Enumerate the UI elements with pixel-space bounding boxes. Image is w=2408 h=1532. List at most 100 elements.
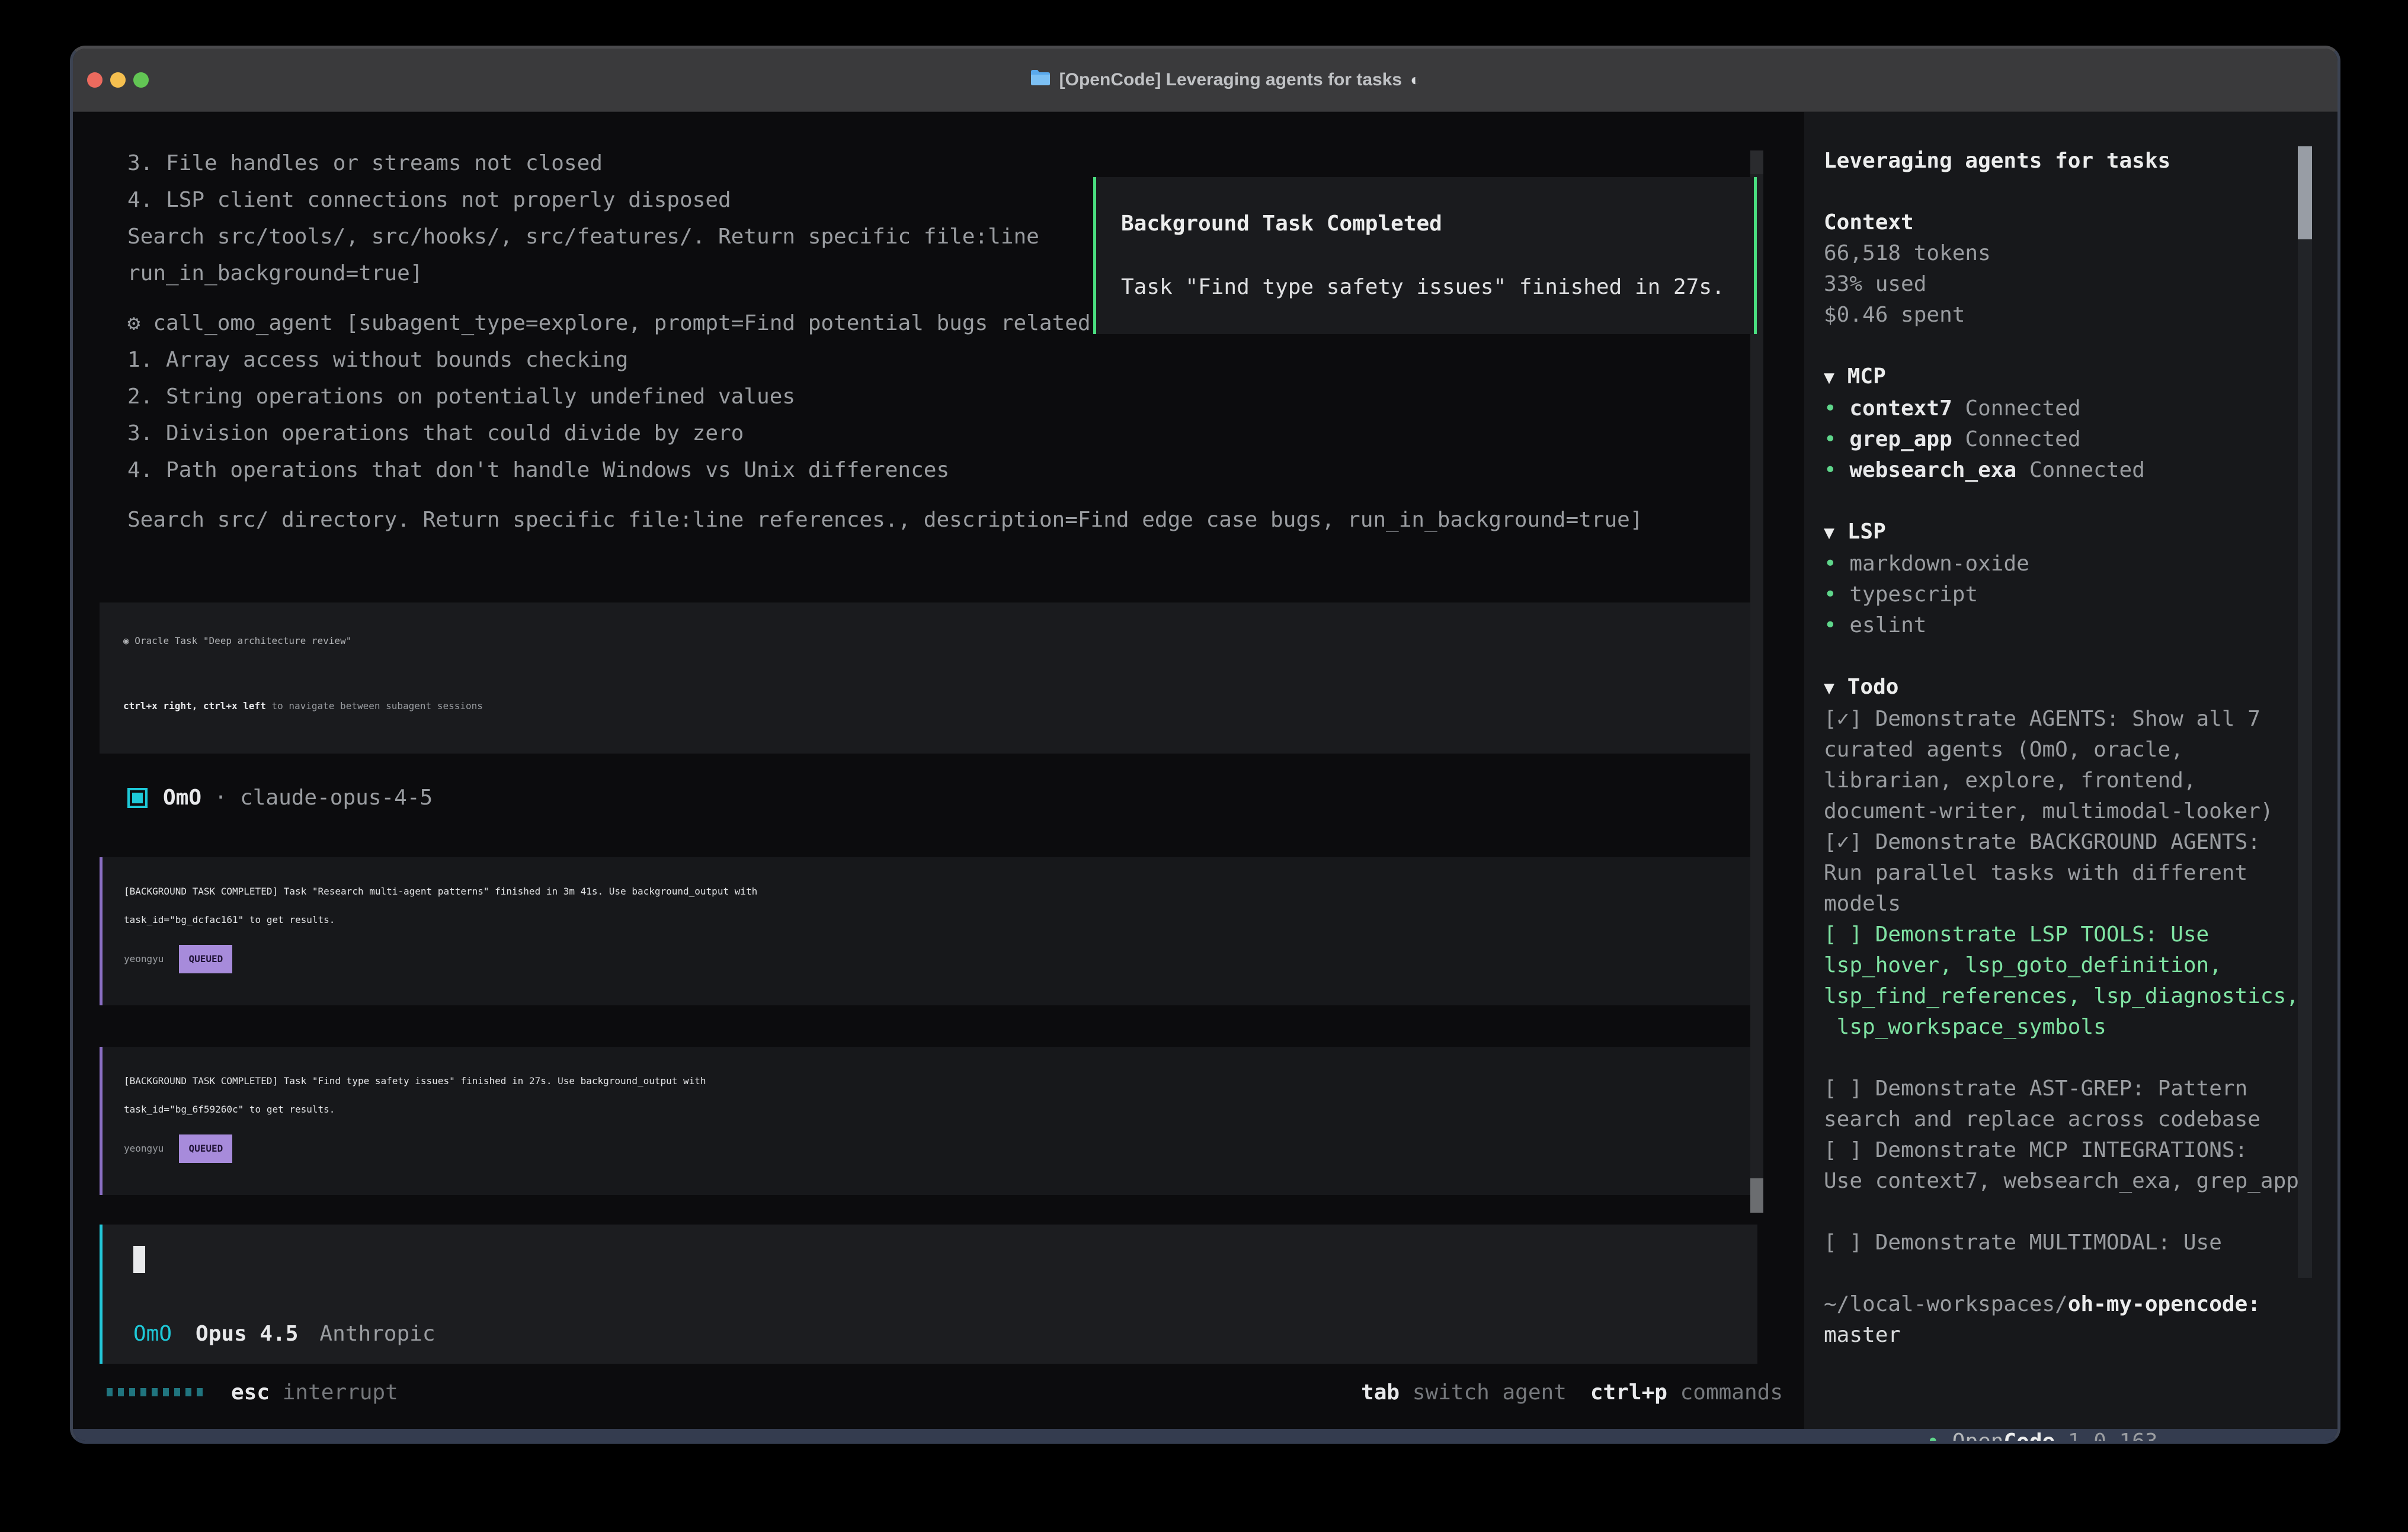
workspace-path-prefix: ~/local-workspaces/ (1824, 1292, 2068, 1316)
lsp-section-header[interactable]: ▼ LSP (1824, 517, 2337, 549)
traffic-lights (87, 72, 149, 88)
gear-icon: ⚙ (127, 311, 140, 335)
moon-icon: ◐ (1410, 70, 1420, 89)
agent-name: OmO (163, 780, 201, 816)
minimize-button[interactable] (110, 72, 126, 88)
hint-rest: to navigate between subagent sessions (266, 700, 483, 711)
todo-item: [ ] Demonstrate AST-GREP: Pattern search… (1824, 1073, 2337, 1135)
context-tokens: 66,518 tokens (1824, 238, 2337, 269)
todo-item: [✓] Demonstrate AGENTS: Show all 7 curat… (1824, 704, 2337, 827)
chat-pane: 3. File handles or streams not closed 4.… (73, 112, 1804, 1429)
input-model-name: Opus 4.5 (196, 1322, 298, 1346)
input-agent-name: OmO (133, 1322, 172, 1346)
titlebar: [OpenCode] Leveraging agents for tasks ◐ (73, 49, 2337, 112)
status-badge: QUEUED (179, 1134, 232, 1163)
workspace-info: ~/local-workspaces/oh-my-opencode: maste… (1824, 1289, 2337, 1351)
message-line: task_id="bg_6f59260c" to get results. (124, 1095, 1734, 1124)
agent-header: OmO · claude-opus-4-5 (127, 780, 1804, 816)
background-task-toast: Background Task Completed Task "Find typ… (1093, 177, 1757, 334)
background-task-message: [BACKGROUND TASK COMPLETED] Task "Find t… (100, 1047, 1757, 1195)
ctrlp-key-label: commands (1667, 1380, 1783, 1405)
omo-agent-icon (127, 788, 148, 808)
bullet-icon: • (1824, 427, 1837, 451)
collapse-arrow-icon: ▼ (1824, 367, 1834, 388)
oracle-task-card: ◉ Oracle Task "Deep architecture review"… (100, 602, 1757, 754)
input-provider-name: Anthropic (319, 1322, 435, 1346)
todo-section-header[interactable]: ▼ Todo (1824, 672, 2337, 704)
folder-icon (990, 49, 1051, 111)
bullet-icon: • (1824, 613, 1837, 637)
mcp-section: ▼ MCP • context7 Connected • grep_app Co… (1824, 361, 2337, 486)
todo-item: [ ] Demonstrate MULTIMODAL: Use (1824, 1227, 2337, 1258)
sidebar-scrollbar[interactable] (2298, 146, 2312, 1278)
oracle-task-title: ◉ Oracle Task "Deep architecture review" (123, 623, 1734, 659)
mcp-section-header[interactable]: ▼ MCP (1824, 361, 2337, 393)
close-button[interactable] (87, 72, 103, 88)
esc-key-hint: esc (231, 1380, 270, 1405)
oracle-icon: ◉ (123, 635, 129, 646)
bullet-icon: • (1824, 582, 1837, 607)
lsp-item: • typescript (1824, 579, 2337, 610)
chat-scrollbar-thumb[interactable] (1750, 1178, 1763, 1213)
todo-item: [✓] Demonstrate BACKGROUND AGENTS: Run p… (1824, 827, 2337, 919)
tool-call-item: 3. Division operations that could divide… (127, 415, 1804, 452)
window-title-text: [OpenCode] Leveraging agents for tasks (1059, 70, 1402, 90)
todo-section: ▼ Todo [✓] Demonstrate AGENTS: Show all … (1824, 672, 2337, 1258)
message-line: task_id="bg_dcfac161" to get results. (124, 906, 1734, 934)
text-cursor (133, 1246, 145, 1273)
mcp-item: • context7 Connected (1824, 393, 2337, 424)
context-spent: $0.46 spent (1824, 300, 2337, 331)
message-line: [BACKGROUND TASK COMPLETED] Task "Find t… (124, 1067, 1734, 1095)
message-author: yeongyu (124, 1133, 164, 1164)
context-heading: Context (1824, 207, 2337, 238)
app-version: • OpenCode 1.0.163 (1824, 1396, 2337, 1444)
message-line: [BACKGROUND TASK COMPLETED] Task "Resear… (124, 877, 1734, 906)
session-sidebar: Leveraging agents for tasks Context 66,5… (1804, 112, 2337, 1429)
lsp-item: • eslint (1824, 610, 2337, 641)
spinner-dots-icon (107, 1388, 203, 1396)
todo-item: [ ] Demonstrate MCP INTEGRATIONS: Use co… (1824, 1135, 2337, 1197)
bullet-icon: • (1824, 458, 1837, 482)
toast-title: Background Task Completed (1121, 209, 1731, 239)
message-author: yeongyu (124, 944, 164, 975)
status-bar: esc interrupt tab switch agent ctrl+p co… (73, 1364, 1804, 1429)
terminal-window: [OpenCode] Leveraging agents for tasks ◐… (70, 46, 2340, 1444)
agent-model: claude-opus-4-5 (240, 780, 433, 816)
subagent-nav-hint: ctrl+x right, ctrl+x left to navigate be… (123, 688, 1734, 725)
status-badge: QUEUED (179, 945, 232, 973)
prompt-input[interactable]: OmO Opus 4.5 Anthropic (100, 1225, 1757, 1364)
bullet-icon: • (1824, 552, 1837, 576)
collapse-arrow-icon: ▼ (1824, 523, 1834, 543)
context-used: 33% used (1824, 269, 2337, 300)
lsp-item: • markdown-oxide (1824, 549, 2337, 579)
chat-scrollbar-cap (1750, 150, 1763, 174)
tool-call-item: 2. String operations on potentially unde… (127, 379, 1804, 415)
toast-body: Task "Find type safety issues" finished … (1121, 273, 1731, 302)
workspace-branch: master (1824, 1320, 2337, 1351)
tool-call-item: 1. Array access without bounds checking (127, 342, 1804, 379)
input-meta: OmO Opus 4.5 Anthropic (133, 1322, 1734, 1346)
hint-keys: ctrl+x right, ctrl+x left (123, 700, 266, 711)
session-title: Leveraging agents for tasks (1824, 146, 2337, 177)
bullet-icon: • (1824, 396, 1837, 421)
lsp-section: ▼ LSP • markdown-oxide • typescript • es… (1824, 517, 2337, 641)
window-title: [OpenCode] Leveraging agents for tasks ◐ (990, 49, 1420, 111)
collapse-arrow-icon: ▼ (1824, 678, 1834, 698)
mcp-item: • grep_app Connected (1824, 424, 2337, 455)
scrollback-line: 3. File handles or streams not closed (127, 145, 1804, 182)
tool-call-tail: Search src/ directory. Return specific f… (127, 502, 1804, 539)
sidebar-scrollbar-thumb[interactable] (2298, 146, 2312, 239)
background-task-message: [BACKGROUND TASK COMPLETED] Task "Resear… (100, 857, 1757, 1005)
mcp-item: • websearch_exa Connected (1824, 455, 2337, 486)
context-section: Context 66,518 tokens 33% used $0.46 spe… (1824, 207, 2337, 331)
zoom-button[interactable] (133, 72, 149, 88)
tool-call-item: 4. Path operations that don't handle Win… (127, 452, 1804, 489)
esc-key-label: interrupt (270, 1380, 398, 1405)
tab-key-hint: tab (1361, 1380, 1400, 1405)
workspace-repo: oh-my-opencode: (2068, 1292, 2260, 1316)
todo-item-active: [ ] Demonstrate LSP TOOLS: Use lsp_hover… (1824, 919, 2337, 1043)
separator-dot: · (201, 780, 240, 816)
bullet-icon: • (1926, 1430, 1939, 1444)
ctrlp-key-hint: ctrl+p (1590, 1380, 1667, 1405)
tab-key-label: switch agent (1400, 1380, 1567, 1405)
